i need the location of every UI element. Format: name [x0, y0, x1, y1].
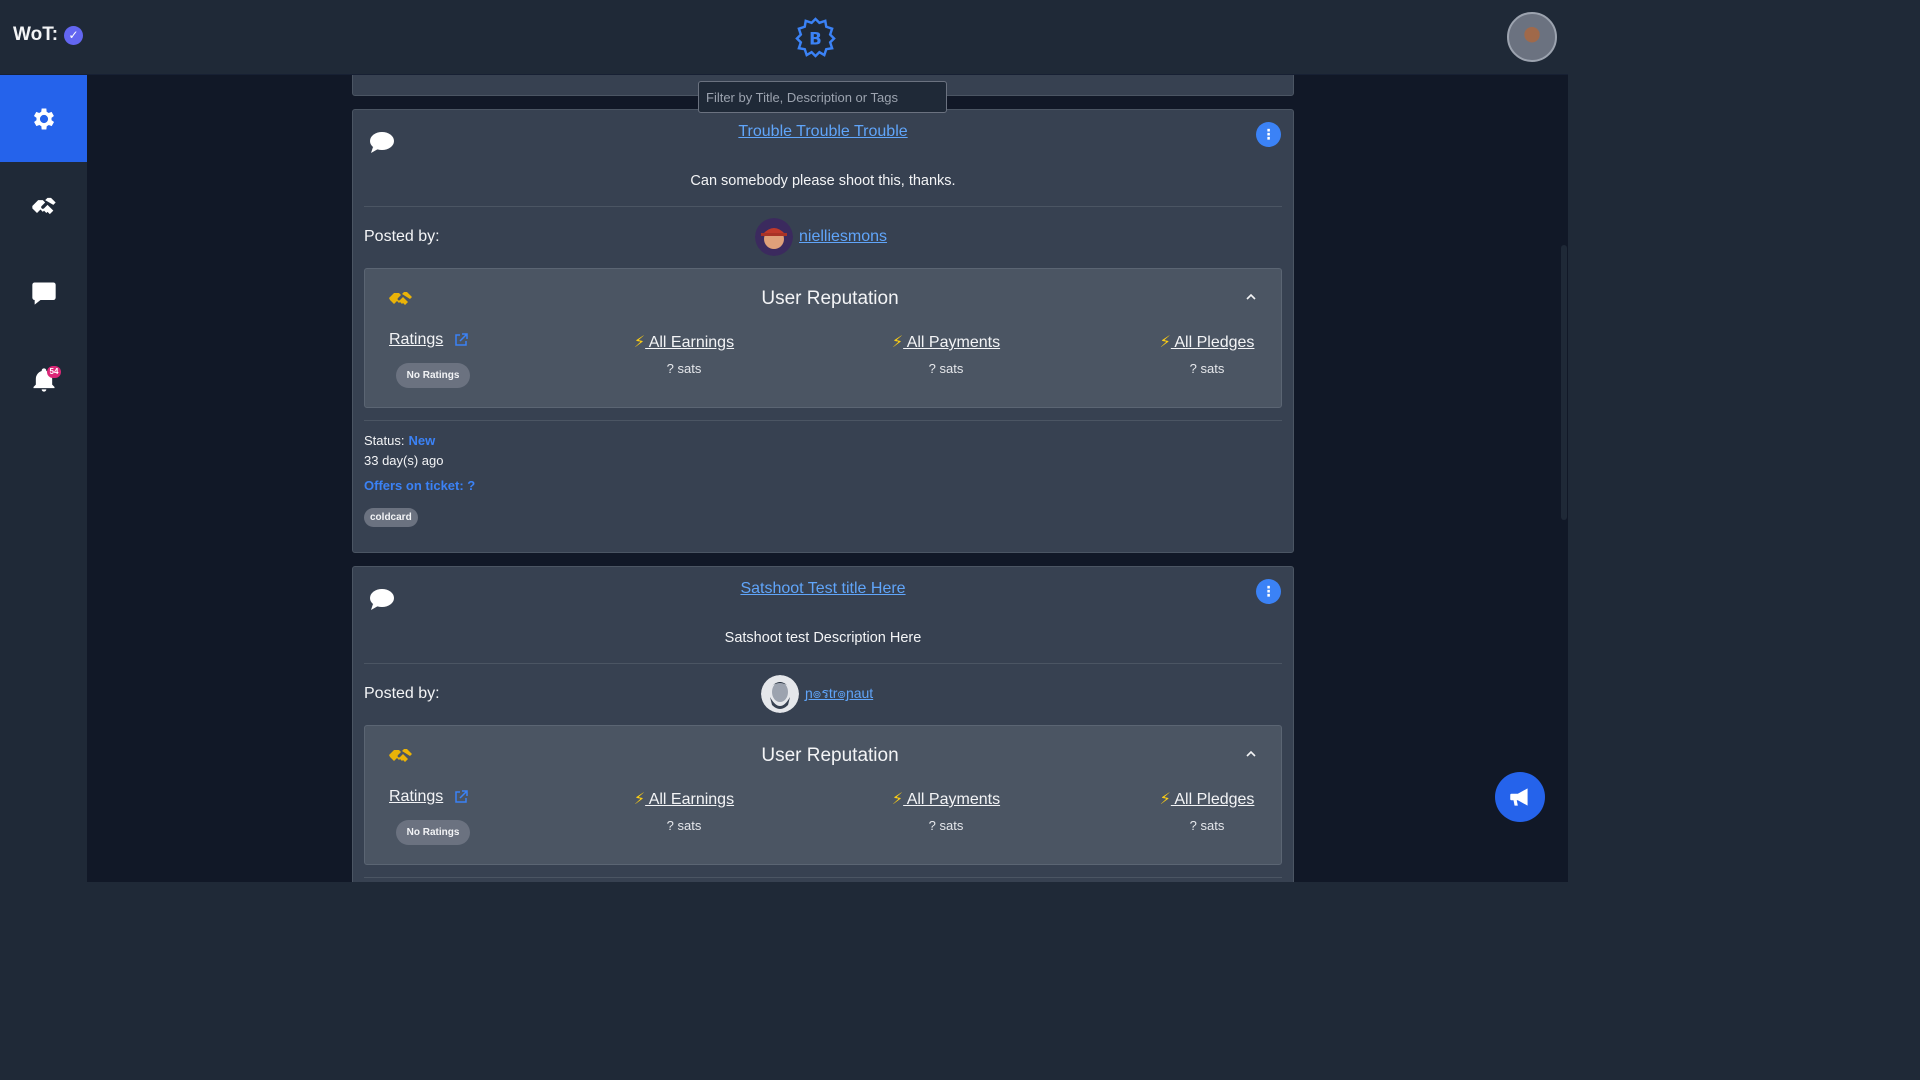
all-payments-link[interactable]: ⚡ All Payments [889, 332, 1003, 352]
ticket-title[interactable]: Satshoot Test title Here [353, 580, 1293, 598]
payments-value: ? sats [928, 818, 964, 833]
earnings-value: ? sats [666, 818, 702, 833]
poster-name[interactable]: nielliesmons [799, 228, 887, 246]
svg-text:B: B [809, 29, 822, 48]
lightning-icon: ⚡ [891, 791, 904, 808]
lightning-icon: ⚡ [891, 334, 904, 351]
ratings-link[interactable]: Ratings [389, 788, 443, 806]
ticket-age: 33 day(s) ago [364, 453, 444, 468]
all-earnings-link[interactable]: ⚡ All Earnings [631, 789, 737, 809]
offers-link[interactable]: Offers on ticket: ? [364, 478, 475, 493]
ratings-link[interactable]: Ratings [389, 331, 443, 349]
top-bar: WoT: ✓ B [0, 0, 1568, 75]
status-label: Status: [364, 433, 405, 448]
no-ratings-badge: No Ratings [396, 363, 470, 388]
no-ratings-badge: No Ratings [396, 820, 470, 845]
all-pledges-link[interactable]: ⚡ All Pledges [1156, 332, 1258, 352]
lightning-icon: ⚡ [633, 334, 646, 351]
ticket-card: Trouble Trouble Trouble ⋮ Can somebody p… [352, 109, 1294, 553]
lightning-icon: ⚡ [1159, 791, 1171, 808]
sidebar-item-notifications[interactable]: 54 [0, 336, 87, 423]
chevron-up-icon[interactable] [1245, 748, 1257, 760]
announce-button[interactable] [1495, 772, 1545, 822]
user-reputation-panel: User Reputation Ratings No Ratings ⚡ All… [364, 268, 1282, 408]
divider [364, 877, 1282, 878]
handshake-icon [31, 197, 56, 214]
divider [364, 420, 1282, 421]
divider [364, 663, 1282, 664]
all-payments-link[interactable]: ⚡ All Payments [889, 789, 1003, 809]
poster-avatar[interactable] [761, 675, 799, 713]
tag-chip[interactable]: coldcard [364, 508, 418, 527]
reputation-title: User Reputation [761, 745, 899, 766]
chevron-up-icon[interactable] [1245, 291, 1257, 303]
pledges-value: ? sats [1189, 818, 1225, 833]
chat-icon [31, 282, 56, 305]
external-link-icon[interactable] [454, 333, 468, 347]
poster[interactable]: ɲ๏รtr๏ɲaut [761, 675, 873, 713]
pledges-value: ? sats [1189, 361, 1225, 376]
status-row: Status: New [364, 433, 435, 448]
sidebar-item-handshake[interactable] [0, 162, 87, 249]
all-pledges-link[interactable]: ⚡ All Pledges [1156, 789, 1258, 809]
pledges-stat: ⚡ All Pledges ? sats [1156, 789, 1258, 833]
ticket-card: Satshoot Test title Here ⋮ Satshoot test… [352, 566, 1294, 882]
user-reputation-panel: User Reputation Ratings No Ratings ⚡ All… [364, 725, 1282, 865]
ticket-menu-button[interactable]: ⋮ [1256, 579, 1281, 604]
payments-value: ? sats [928, 361, 964, 376]
sidebar-item-settings[interactable] [0, 75, 87, 162]
payments-stat: ⚡ All Payments ? sats [889, 789, 1003, 833]
divider [364, 206, 1282, 207]
ticket-description: Can somebody please shoot this, thanks. [690, 173, 956, 189]
sidebar-item-messages[interactable] [0, 249, 87, 336]
scrollbar-thumb[interactable] [1561, 245, 1567, 520]
pledges-stat: ⚡ All Pledges ? sats [1156, 332, 1258, 376]
ticket-menu-button[interactable]: ⋮ [1256, 122, 1281, 147]
scrollbar[interactable] [1560, 75, 1568, 882]
ticket-description: Satshoot test Description Here [724, 630, 922, 646]
gear-icon [33, 108, 54, 129]
status-value: New [408, 433, 436, 448]
megaphone-icon [1510, 788, 1528, 806]
ticket-feed[interactable]: Trouble Trouble Trouble ⋮ Can somebody p… [87, 75, 1560, 882]
wot-label: WoT: [13, 24, 59, 45]
notification-count-badge: 54 [47, 366, 61, 378]
ticket-title[interactable]: Trouble Trouble Trouble [353, 123, 1293, 141]
verified-check-icon: ✓ [64, 25, 84, 45]
poster-avatar[interactable] [755, 218, 793, 256]
earnings-stat: ⚡ All Earnings ? sats [631, 789, 737, 833]
sidebar: 54 [0, 75, 87, 882]
bitcoin-gear-logo-icon[interactable]: B [794, 16, 837, 59]
earnings-stat: ⚡ All Earnings ? sats [631, 332, 737, 376]
poster-name[interactable]: ɲ๏รtr๏ɲaut [805, 683, 873, 705]
lightning-icon: ⚡ [633, 791, 646, 808]
reputation-title: User Reputation [761, 288, 899, 309]
lightning-icon: ⚡ [1159, 334, 1171, 351]
payments-stat: ⚡ All Payments ? sats [889, 332, 1003, 376]
all-earnings-link[interactable]: ⚡ All Earnings [631, 332, 737, 352]
user-avatar[interactable] [1507, 12, 1557, 62]
external-link-icon[interactable] [454, 790, 468, 804]
poster[interactable]: nielliesmons [755, 218, 887, 256]
posted-by-label: Posted by: [364, 228, 440, 245]
posted-by-label: Posted by: [364, 685, 440, 702]
wot-indicator[interactable]: WoT: ✓ [13, 24, 84, 46]
filter-input[interactable] [698, 81, 947, 113]
earnings-value: ? sats [666, 361, 702, 376]
